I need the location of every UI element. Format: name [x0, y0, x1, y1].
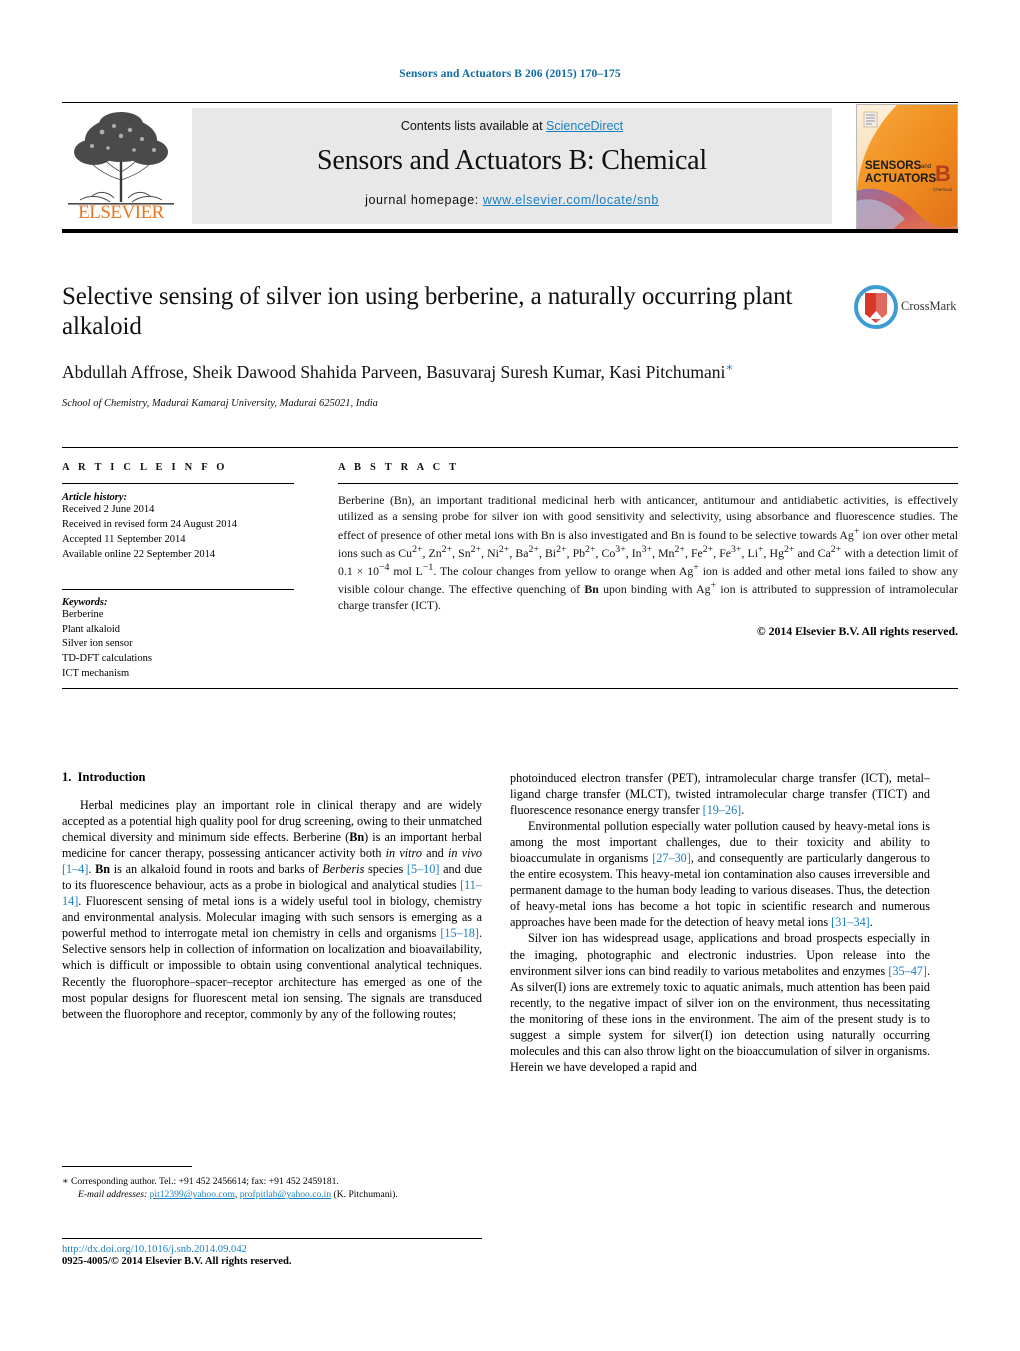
abstract-text: Berberine (Bn), an important traditional… [338, 493, 959, 613]
mn-charge: 2+ [674, 543, 685, 555]
email-addresses-label: E-mail addresses: [78, 1189, 148, 1201]
issn-copyright-line: 0925-4005/© 2014 Elsevier B.V. All right… [62, 1256, 292, 1267]
intro-paragraph-4: Silver ion has widespread usage, applica… [510, 931, 930, 1074]
journal-cover-thumbnail[interactable]: SENSORS and ACTUATORS B Chemical [856, 104, 958, 230]
crossmark-label: CrossMark [901, 299, 957, 313]
corresponding-author-marker: ∗ [725, 360, 734, 374]
li-charge: + [758, 543, 764, 555]
section-title-text: Introduction [77, 770, 146, 784]
email-link-2[interactable]: profpitlab@yahoo.co.in [240, 1189, 331, 1200]
dl-unit-exp: −1 [422, 561, 434, 573]
title-block: Selective sensing of silver ion using be… [62, 282, 958, 409]
in-charge: 3+ [641, 543, 653, 555]
journal-title: Sensors and Actuators B: Chemical [316, 145, 707, 176]
elsevier-logo: ELSEVIER [62, 106, 180, 226]
bn-abbr: Bn [584, 582, 599, 597]
abstract-heading: A B S T R A C T [338, 462, 460, 473]
email-note: E-mail addresses: pit12399@yahoo.com, pr… [62, 1188, 482, 1201]
affiliation: School of Chemistry, Madurai Kamaraj Uni… [62, 397, 378, 409]
footnote-block: ∗ Corresponding author. Tel.: +91 452 24… [62, 1166, 482, 1202]
keyword-item: Berberine [62, 608, 104, 620]
hg-charge: 2+ [783, 543, 795, 555]
co-charge: 3+ [615, 543, 626, 555]
masthead-center-band: Contents lists available at ScienceDirec… [192, 108, 832, 224]
elsevier-wordmark: ELSEVIER [78, 202, 164, 223]
doi-rule [62, 1238, 482, 1239]
dl-exp: −4 [379, 561, 390, 573]
svg-text:and: and [921, 164, 931, 170]
homepage-prefix: journal homepage: [365, 193, 483, 207]
crossmark-badge[interactable]: CrossMark [854, 284, 958, 332]
svg-text:SENSORS: SENSORS [865, 160, 922, 172]
keyword-item: Silver ion sensor [62, 638, 133, 650]
ba-charge: 2+ [528, 543, 539, 555]
keywords-rule [62, 588, 294, 590]
crossmark-icon [854, 285, 898, 329]
fe3-charge: 3+ [731, 543, 742, 555]
intro-paragraph-1: Herbal medicines play an important role … [62, 798, 483, 1021]
article-info-rule [62, 483, 294, 484]
body-column-left: 1. Introduction Herbal medicines play an… [62, 770, 482, 1022]
history-item: Available online 22 September 2014 [62, 548, 216, 560]
ag-charge-3: + [710, 580, 717, 592]
masthead-bottom-rule [62, 229, 958, 233]
history-item: Received in revised form 24 August 2014 [62, 518, 237, 530]
keyword-item: ICT mechanism [62, 668, 130, 680]
doi-link[interactable]: http://dx.doi.org/10.1016/j.snb.2014.09.… [62, 1244, 482, 1255]
corresponding-author-note: ∗ Corresponding author. Tel.: +91 452 24… [62, 1175, 482, 1188]
masthead-top-rule [62, 102, 958, 103]
ca-charge: 2+ [830, 543, 842, 555]
zn-charge: 2+ [441, 543, 453, 555]
intro-paragraph-3: Environmental pollution especially water… [510, 819, 930, 930]
title-bottom-rule [62, 447, 958, 448]
article-history-label: Article history: [62, 492, 128, 503]
footnote-marker: ∗ [62, 1176, 69, 1187]
keyword-item: TD-DFT calculations [62, 653, 152, 665]
ag-charge-2: + [693, 561, 699, 573]
abstract-column: A B S T R A C T Berberine (Bn), an impor… [338, 462, 958, 639]
running-head: Sensors and Actuators B 206 (2015) 170–1… [399, 68, 621, 80]
fe2-charge: 2+ [702, 543, 714, 555]
email-link-1[interactable]: pit12399@yahoo.com [150, 1189, 235, 1200]
journal-homepage-link[interactable]: www.elsevier.com/locate/snb [483, 193, 659, 207]
keywords-group: Keywords: Berberine Plant alkaloid Silve… [62, 588, 294, 683]
author-list: Abdullah Affrose, Sheik Dawood Shahida P… [62, 360, 802, 384]
journal-masthead: ELSEVIER Contents lists available at Sci… [62, 102, 958, 233]
history-item: Accepted 11 September 2014 [62, 533, 186, 545]
doi-block: http://dx.doi.org/10.1016/j.snb.2014.09.… [62, 1238, 482, 1267]
journal-article-page: Sensors and Actuators B 206 (2015) 170–1… [0, 0, 1020, 1351]
sciencedirect-link[interactable]: ScienceDirect [546, 119, 623, 133]
abstract-bottom-rule [62, 688, 958, 689]
article-info-column: A R T I C L E I N F O Article history: R… [62, 462, 294, 682]
article-info-heading: A R T I C L E I N F O [62, 462, 228, 473]
history-item: Received 2 June 2014 [62, 504, 155, 515]
contents-prefix: Contents lists available at [400, 119, 547, 133]
section-heading-introduction: 1. Introduction [62, 770, 482, 785]
footnote-rule [62, 1166, 192, 1167]
cu-charge: 2+ [412, 543, 423, 555]
bi-charge: 2+ [556, 543, 567, 555]
keyword-item: Plant alkaloid [62, 623, 121, 635]
intro-paragraph-2: photoinduced electron transfer (PET), in… [510, 771, 930, 818]
pb-charge: 2+ [585, 543, 596, 555]
body-column-right: photoinduced electron transfer (PET), in… [510, 770, 930, 1075]
svg-text:Chemical: Chemical [933, 187, 952, 192]
email-suffix: (K. Pitchumani). [331, 1189, 398, 1201]
sn-charge: 2+ [470, 543, 482, 555]
keywords-label: Keywords: [62, 596, 108, 608]
author-names: Abdullah Affrose, Sheik Dawood Shahida P… [62, 361, 726, 382]
abstract-rule [338, 483, 958, 484]
svg-text:B: B [935, 161, 951, 186]
page-title: Selective sensing of silver ion using be… [62, 283, 793, 340]
ni-charge: 2+ [498, 543, 510, 555]
copyright-line: © 2014 Elsevier B.V. All rights reserved… [756, 623, 958, 638]
journal-homepage-line: journal homepage: www.elsevier.com/locat… [192, 193, 832, 207]
journal-cover-art: SENSORS and ACTUATORS B Chemical [857, 105, 957, 229]
contents-list-line: Contents lists available at ScienceDirec… [192, 119, 832, 133]
corresponding-author-text: Corresponding author. Tel.: +91 452 2456… [70, 1176, 339, 1187]
section-number: 1. [62, 770, 72, 784]
elsevier-tree-icon [68, 112, 174, 205]
svg-text:ACTUATORS: ACTUATORS [865, 173, 936, 185]
